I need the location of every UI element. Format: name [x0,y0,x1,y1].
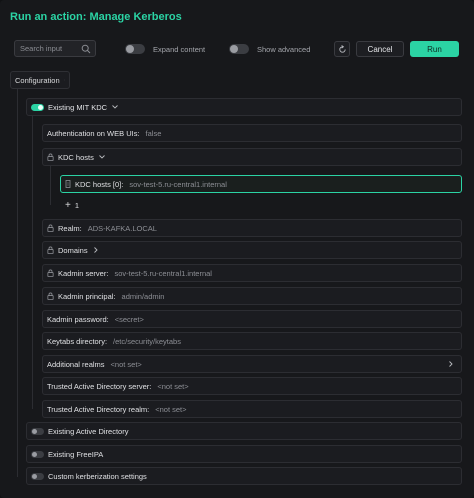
auth-web-label: Authentication on WEB UIs: [47,128,140,138]
run-button[interactable]: Run [410,41,459,57]
kdc-hosts-row[interactable]: KDC hosts [42,148,462,166]
show-advanced-group: Show advanced [229,44,310,54]
additional-realms-label: Additional realms [47,359,105,369]
trusted-ad-server-row[interactable]: Trusted Active Directory server: <not se… [42,377,462,395]
kadmin-principal-row[interactable]: Kadmin principal: admin/admin [42,287,462,305]
custom-kerberization-label: Custom kerberization settings [48,471,147,481]
existing-freeipa-row[interactable]: Existing FreeIPA [26,445,462,463]
lock-icon [47,269,54,277]
kadmin-password-row[interactable]: Kadmin password: <secret> [42,310,462,328]
configuration-header[interactable]: Configuration [10,71,70,89]
kdc-host-0-value: sov-test-5.ru-central1.internal [129,179,227,189]
custom-kerberization-row[interactable]: Custom kerberization settings [26,467,462,485]
existing-freeipa-label: Existing FreeIPA [48,449,104,459]
keytabs-row[interactable]: Keytabs directory: /etc/security/keytabs [42,332,462,350]
auth-web-row[interactable]: Authentication on WEB UIs: false [42,124,462,142]
reset-icon [338,44,346,53]
existing-ad-row[interactable]: Existing Active Directory [26,422,462,440]
kadmin-principal-label: Kadmin principal: [58,291,116,301]
add-item-count: 1 [74,200,80,210]
lock-icon [47,224,54,232]
realm-label: Realm: [58,223,82,233]
kdc-hosts-label: KDC hosts [58,152,94,162]
search-icon [81,44,91,54]
mit-kdc-label: Existing MIT KDC [48,102,108,112]
custom-kerberization-toggle[interactable] [31,472,44,480]
chevron-down-icon [99,155,105,159]
tree-line-mit [32,115,33,409]
lock-icon [47,292,54,300]
realm-value: ADS-KAFKA.LOCAL [87,223,157,233]
realm-row[interactable]: Realm: ADS-KAFKA.LOCAL [42,219,462,237]
domains-row[interactable]: Domains [42,241,462,259]
search-input[interactable] [20,44,82,53]
expand-content-toggle[interactable] [125,44,145,54]
mit-kdc-row[interactable]: Existing MIT KDC [26,98,462,116]
show-advanced-label: Show advanced [257,44,311,54]
drag-handle-icon[interactable] [65,180,71,188]
domains-label: Domains [58,245,88,255]
keytabs-label: Keytabs directory: [47,336,108,346]
tree-line-root [17,89,18,477]
trusted-ad-realm-label: Trusted Active Directory realm: [47,404,150,414]
kadmin-server-label: Kadmin server: [58,268,109,278]
keytabs-value: /etc/security/keytabs [113,336,181,346]
kadmin-server-row[interactable]: Kadmin server: sov-test-5.ru-central1.in… [42,264,462,282]
run-action-dialog: Run an action: Manage Kerberos Expand co… [0,0,474,498]
kadmin-password-label: Kadmin password: [47,314,109,324]
cancel-button[interactable]: Cancel [356,41,404,57]
trusted-ad-server-label: Trusted Active Directory server: [47,381,152,391]
add-icon[interactable]: + [65,200,71,211]
existing-ad-label: Existing Active Directory [48,426,129,436]
show-advanced-toggle[interactable] [229,44,249,54]
lock-icon [47,246,54,254]
dialog-title: Run an action: Manage Kerberos [10,11,182,23]
add-item-row[interactable]: + 1 [60,196,462,214]
chevron-right-icon [93,247,98,253]
kadmin-password-value: <secret> [114,314,144,324]
trusted-ad-realm-row[interactable]: Trusted Active Directory realm: <not set… [42,400,462,418]
lock-icon [47,153,54,161]
reset-button[interactable] [334,41,350,57]
configuration-section: Configuration Existing MIT KDC Authentic… [10,71,464,493]
configuration-label: Configuration [15,75,60,85]
trusted-ad-server-value: <not set> [157,381,189,391]
existing-ad-toggle[interactable] [31,427,44,435]
kdc-host-0-label: KDC hosts [0]: [75,179,124,189]
expand-content-label: Expand content [153,44,206,54]
chevron-down-icon [112,105,118,109]
auth-web-value: false [145,128,162,138]
trusted-ad-realm-value: <not set> [155,404,187,414]
kadmin-principal-value: admin/admin [121,291,165,301]
additional-realms-value: <not set> [110,359,142,369]
tree-line-kdc [50,165,51,205]
kdc-host-0-row[interactable]: KDC hosts [0]: sov-test-5.ru-central1.in… [60,175,462,193]
existing-freeipa-toggle[interactable] [31,450,44,458]
toolbar: Expand content Show advanced Cancel Run [0,40,474,60]
additional-realms-row[interactable]: Additional realms <not set> [42,355,462,373]
search-box[interactable] [14,40,96,57]
kadmin-server-value: sov-test-5.ru-central1.internal [114,268,212,278]
chevron-right-icon[interactable] [447,360,455,368]
mit-kdc-toggle[interactable] [31,103,44,111]
chevron-down-icon [63,79,65,81]
expand-content-group: Expand content [125,44,205,54]
